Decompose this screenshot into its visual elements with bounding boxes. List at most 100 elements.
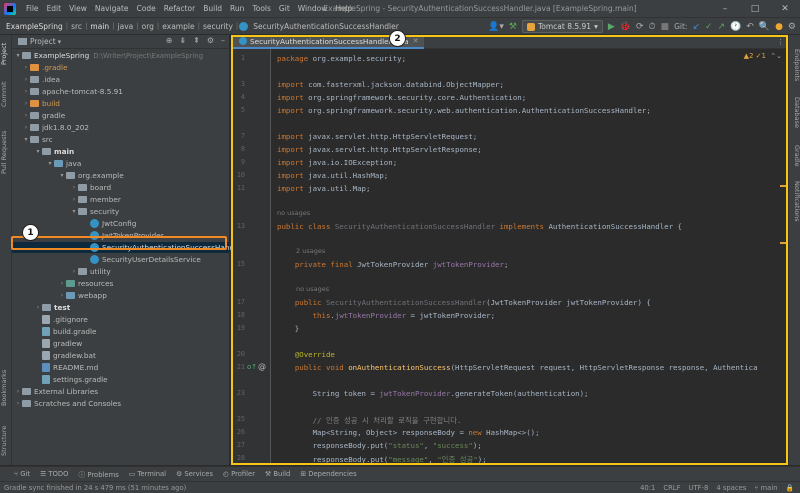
git-push-icon[interactable]: ↗: [718, 22, 726, 32]
breadcrumb-security[interactable]: security: [201, 22, 235, 31]
tree-item-security-user-details-service[interactable]: SecurityUserDetailsService: [12, 254, 229, 265]
git-commit-icon[interactable]: ✓: [705, 22, 713, 32]
status-message[interactable]: Gradle sync finished in 24 s 479 ms (51 …: [0, 484, 186, 492]
menu-code[interactable]: Code: [133, 4, 160, 13]
breadcrumb-class[interactable]: SecurityAuthenticationSuccessHandler: [251, 22, 401, 31]
build-tool-button[interactable]: ⚒ Build: [265, 470, 290, 478]
tree-item-src[interactable]: ▾ src: [12, 134, 229, 145]
build-hammer-icon[interactable]: ⚒: [509, 22, 517, 32]
menu-navigate[interactable]: Navigate: [91, 4, 133, 13]
menu-view[interactable]: View: [65, 4, 91, 13]
breadcrumb-java[interactable]: java: [116, 22, 136, 31]
search-icon[interactable]: 🔍: [759, 22, 770, 32]
menu-edit[interactable]: Edit: [43, 4, 66, 13]
tree-item-scratches[interactable]: › Scratches and Consoles: [12, 398, 229, 409]
tree-item-java[interactable]: ▾ java: [12, 158, 229, 169]
tree-item-main[interactable]: ▾ main: [12, 146, 229, 157]
run-icon[interactable]: ▶: [608, 22, 615, 32]
tree-item-readme[interactable]: README.md: [12, 362, 229, 373]
breadcrumb-org[interactable]: org: [140, 22, 156, 31]
settings-gear-icon[interactable]: ⚙: [788, 22, 796, 32]
tab-pull-requests[interactable]: Pull Requests: [0, 121, 12, 183]
git-update-icon[interactable]: ↙: [692, 22, 700, 32]
tab-structure[interactable]: Structure: [0, 420, 12, 462]
todo-tool-button[interactable]: ☰ TODO: [40, 470, 68, 478]
hide-icon[interactable]: –: [221, 36, 225, 45]
tree-item-utility[interactable]: › utility: [12, 266, 229, 277]
tree-item-exampleSpring[interactable]: ▾ ExampleSpring D:\Writer\Project\ExampleS…: [12, 50, 229, 61]
menu-git[interactable]: Git: [275, 4, 294, 13]
profile-icon[interactable]: ⏱: [649, 22, 656, 32]
file-encoding[interactable]: UTF-8: [689, 484, 709, 492]
tree-item-jdk[interactable]: › jdk1.8.0_202: [12, 122, 229, 133]
breadcrumb-project[interactable]: ExampleSpring: [4, 22, 65, 31]
tree-item-external-libraries[interactable]: › External Libraries: [12, 386, 229, 397]
inlay-hint[interactable]: no usages: [296, 285, 329, 293]
project-panel-title[interactable]: Project: [30, 37, 56, 46]
inlay-hint[interactable]: 2 usages: [296, 247, 325, 255]
updates-icon[interactable]: ●: [775, 22, 783, 32]
override-gutter-icon[interactable]: o↑: [247, 363, 257, 371]
menu-refactor[interactable]: Refactor: [160, 4, 199, 13]
problems-tool-button[interactable]: ⓘ Problems: [78, 469, 118, 479]
services-tool-button[interactable]: ⚙ Services: [176, 470, 213, 478]
tree-item-gradlew-bat[interactable]: gradlew.bat: [12, 350, 229, 361]
tree-item-settings-gradle[interactable]: settings.gradle: [12, 374, 229, 385]
editor-tab-actions[interactable]: ⋮: [777, 35, 784, 49]
chevron-down-icon[interactable]: ▾: [58, 38, 62, 46]
tab-notifications[interactable]: Notifications: [789, 181, 800, 231]
code-editor[interactable]: SecurityAuthenticationSuccessHandler.jav…: [231, 35, 788, 465]
menu-help[interactable]: Help: [331, 4, 356, 13]
tree-item-board[interactable]: › board: [12, 182, 229, 193]
gear-icon[interactable]: ⚙: [207, 36, 214, 45]
rollback-icon[interactable]: ↶: [746, 22, 754, 32]
tab-endpoints[interactable]: Endpoints: [789, 49, 800, 89]
tab-database[interactable]: Database: [789, 97, 800, 135]
stop-icon[interactable]: ■: [661, 22, 670, 32]
expand-all-icon[interactable]: ⇞: [193, 36, 200, 45]
tree-item-build-gradle[interactable]: build.gradle: [12, 326, 229, 337]
scroll-marker[interactable]: [780, 185, 786, 187]
git-tool-button[interactable]: ⑂ Git: [14, 470, 30, 478]
tree-item-jwtconfig[interactable]: JwtConfig: [12, 218, 229, 229]
minimize-icon[interactable]: –: [710, 0, 740, 18]
tree-item-build[interactable]: › build: [12, 98, 229, 109]
tree-item-tomcat[interactable]: › apache-tomcat-8.5.91: [12, 86, 229, 97]
menu-window[interactable]: Window: [294, 4, 332, 13]
tree-item-test[interactable]: › test: [12, 302, 229, 313]
close-tab-icon[interactable]: ✕: [413, 37, 419, 45]
user-icon[interactable]: 👤▾: [488, 22, 504, 32]
tree-item-gradle-dir[interactable]: › .gradle: [12, 62, 229, 73]
profiler-tool-button[interactable]: ◴ Profiler: [223, 470, 255, 478]
menu-build[interactable]: Build: [199, 4, 226, 13]
tree-item-org-example[interactable]: ▾ org.example: [12, 170, 229, 181]
tree-item-member[interactable]: › member: [12, 194, 229, 205]
annotation-gutter-icon[interactable]: @: [258, 362, 266, 371]
tree-item-idea[interactable]: › .idea: [12, 74, 229, 85]
breadcrumb-example[interactable]: example: [160, 22, 196, 31]
tab-gradle[interactable]: Gradle: [789, 145, 800, 175]
collapse-all-icon[interactable]: ⇟: [179, 36, 186, 45]
history-icon[interactable]: 🕐: [730, 22, 741, 32]
coverage-icon[interactable]: ⟳: [636, 22, 644, 32]
menu-tools[interactable]: Tools: [248, 4, 274, 13]
line-separator[interactable]: CRLF: [663, 484, 680, 492]
terminal-tool-button[interactable]: ▭ Terminal: [129, 470, 166, 478]
locate-icon[interactable]: ⊕: [166, 36, 173, 45]
lock-icon[interactable]: 🔒: [786, 484, 794, 492]
tree-item-resources[interactable]: › resources: [12, 278, 229, 289]
tree-item-gradle[interactable]: › gradle: [12, 110, 229, 121]
run-configuration-select[interactable]: Tomcat 8.5.91 ▾: [521, 20, 603, 33]
caret-position[interactable]: 40:1: [640, 484, 655, 492]
tree-item-gradlew[interactable]: gradlew: [12, 338, 229, 349]
tab-project[interactable]: Project: [0, 39, 12, 69]
scroll-marker[interactable]: [780, 242, 786, 244]
close-icon[interactable]: ✕: [770, 0, 800, 18]
code-area[interactable]: package org.example.security; import com…: [277, 49, 788, 465]
tree-item-security[interactable]: ▾ security: [12, 206, 229, 217]
git-branch[interactable]: ⑂ main: [754, 484, 777, 492]
breadcrumb-src[interactable]: src: [69, 22, 84, 31]
tree-item-gitignore[interactable]: .gitignore: [12, 314, 229, 325]
indent-setting[interactable]: 4 spaces: [716, 484, 746, 492]
debug-icon[interactable]: 🐞: [620, 22, 631, 32]
